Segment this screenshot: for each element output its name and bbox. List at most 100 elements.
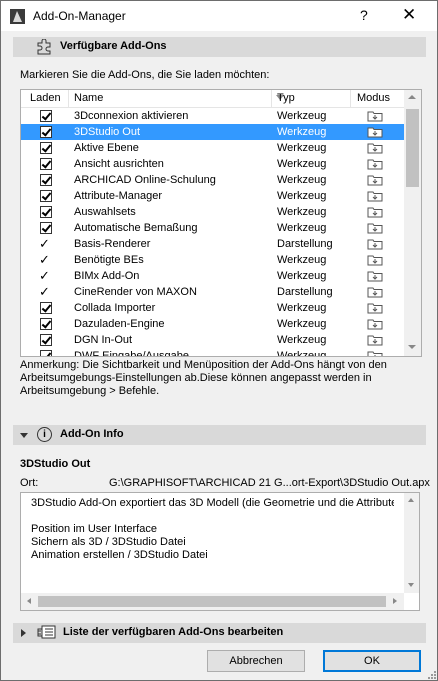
mode-folder-icon[interactable]: [367, 206, 383, 218]
addon-list[interactable]: Laden Name Typ Modus 3Dconnexion aktivie…: [20, 89, 422, 357]
cancel-button[interactable]: Abbrechen: [207, 650, 305, 672]
table-row[interactable]: Attribute-Manager Werkzeug: [21, 188, 404, 204]
edit-list-header[interactable]: Liste der verfügbaren Add-Ons bearbeiten: [13, 623, 426, 643]
table-row[interactable]: Dazuladen-Engine Werkzeug: [21, 316, 404, 332]
window-title: Add-On-Manager: [33, 9, 126, 23]
load-checkbox[interactable]: [40, 206, 52, 218]
load-checkbox[interactable]: [40, 126, 52, 138]
help-button[interactable]: ?: [360, 7, 368, 23]
description-box[interactable]: 3DStudio Add-On exportiert das 3D Modell…: [20, 492, 420, 611]
table-row[interactable]: DWF Eingabe/Ausgabe Werkzeug: [21, 348, 404, 357]
table-row[interactable]: Automatische Bemaßung Werkzeug: [21, 220, 404, 236]
mode-folder-icon[interactable]: [367, 238, 383, 250]
mode-folder-icon[interactable]: [367, 126, 383, 138]
addon-type: Werkzeug: [277, 190, 327, 202]
table-row[interactable]: 3DStudio Out Werkzeug: [21, 124, 404, 140]
table-row[interactable]: 3Dconnexion aktivieren Werkzeug: [21, 108, 404, 124]
addon-name: Collada Importer: [74, 302, 156, 314]
loaded-checkmark-icon[interactable]: ✓: [39, 252, 50, 268]
expand-triangle-icon[interactable]: [21, 629, 26, 637]
collapse-triangle-icon[interactable]: [20, 433, 28, 438]
col-type-header[interactable]: Typ: [277, 92, 295, 104]
mode-folder-icon[interactable]: [367, 158, 383, 170]
addon-type: Werkzeug: [277, 110, 327, 122]
mode-folder-icon[interactable]: [367, 222, 383, 234]
table-row[interactable]: Collada Importer Werkzeug: [21, 300, 404, 316]
addon-type: Werkzeug: [277, 318, 327, 330]
mode-folder-icon[interactable]: [367, 286, 383, 298]
description-line: 3DStudio Add-On exportiert das 3D Modell…: [31, 497, 394, 509]
table-row[interactable]: DGN In-Out Werkzeug: [21, 332, 404, 348]
scroll-right-icon[interactable]: [393, 598, 397, 604]
addon-name: CineRender von MAXON: [74, 286, 197, 298]
edit-list-icon: [37, 625, 56, 639]
table-row[interactable]: Auswahlsets Werkzeug: [21, 204, 404, 220]
loaded-checkmark-icon[interactable]: ✓: [39, 236, 50, 252]
table-row[interactable]: Ansicht ausrichten Werkzeug: [21, 156, 404, 172]
addon-type: Werkzeug: [277, 350, 327, 357]
archicad-app-icon: [10, 9, 25, 24]
load-checkbox[interactable]: [40, 190, 52, 202]
addon-type: Werkzeug: [277, 222, 327, 234]
load-checkbox[interactable]: [40, 158, 52, 170]
loaded-checkmark-icon[interactable]: ✓: [39, 268, 50, 284]
mode-folder-icon[interactable]: [367, 350, 383, 357]
col-load-header[interactable]: Laden: [30, 92, 61, 104]
description-line: Position im User Interface: [31, 523, 157, 535]
col-name-header[interactable]: Name: [74, 92, 103, 104]
load-checkbox[interactable]: [40, 110, 52, 122]
table-row[interactable]: ✓ BIMx Add-On Werkzeug: [21, 268, 404, 284]
mode-folder-icon[interactable]: [367, 318, 383, 330]
scroll-down-icon[interactable]: [408, 345, 416, 349]
load-checkbox[interactable]: [40, 142, 52, 154]
mode-folder-icon[interactable]: [367, 302, 383, 314]
addon-name: ARCHICAD Online-Schulung: [74, 174, 216, 186]
scroll-up-icon[interactable]: [408, 95, 416, 99]
scroll-down-icon[interactable]: [408, 583, 414, 587]
load-checkbox[interactable]: [40, 318, 52, 330]
table-row[interactable]: ARCHICAD Online-Schulung Werkzeug: [21, 172, 404, 188]
addon-type: Werkzeug: [277, 174, 327, 186]
load-checkbox[interactable]: [40, 302, 52, 314]
mode-folder-icon[interactable]: [367, 190, 383, 202]
mode-folder-icon[interactable]: [367, 110, 383, 122]
mode-folder-icon[interactable]: [367, 334, 383, 346]
description-vscrollbar[interactable]: [404, 493, 419, 593]
list-header: Laden Name Typ Modus: [21, 90, 404, 108]
description-line: Sichern als 3D / 3DStudio Datei: [31, 536, 186, 548]
hscroll-thumb[interactable]: [38, 596, 386, 607]
scroll-left-icon[interactable]: [27, 598, 31, 604]
load-checkbox[interactable]: [40, 222, 52, 234]
load-checkbox[interactable]: [40, 350, 52, 356]
table-row[interactable]: ✓ Benötigte BEs Werkzeug: [21, 252, 404, 268]
mode-folder-icon[interactable]: [367, 254, 383, 266]
addon-info-name: 3DStudio Out: [20, 458, 91, 470]
addon-name: Automatische Bemaßung: [74, 222, 198, 234]
loaded-checkmark-icon[interactable]: ✓: [39, 284, 50, 300]
edit-list-title: Liste der verfügbaren Add-Ons bearbeiten: [63, 626, 284, 638]
resize-grip-icon[interactable]: [427, 670, 436, 679]
description-hscrollbar[interactable]: [21, 593, 404, 610]
load-checkbox[interactable]: [40, 334, 52, 346]
mode-folder-icon[interactable]: [367, 174, 383, 186]
addon-name: 3DStudio Out: [74, 126, 141, 138]
addon-name: Dazuladen-Engine: [74, 318, 165, 330]
mode-folder-icon[interactable]: [367, 270, 383, 282]
load-checkbox[interactable]: [40, 174, 52, 186]
table-row[interactable]: Aktive Ebene Werkzeug: [21, 140, 404, 156]
close-button[interactable]: ✕: [402, 5, 416, 25]
addon-name: DWF Eingabe/Ausgabe: [74, 350, 189, 357]
table-row[interactable]: ✓ CineRender von MAXON Darstellung: [21, 284, 404, 300]
list-scrollbar[interactable]: [404, 90, 421, 356]
addon-name: Aktive Ebene: [74, 142, 139, 154]
scroll-up-icon[interactable]: [408, 498, 414, 502]
description-line: [31, 510, 394, 523]
addon-type: Werkzeug: [277, 158, 327, 170]
addon-type: Werkzeug: [277, 206, 327, 218]
addon-info-header[interactable]: i Add-On Info: [13, 425, 426, 445]
mode-folder-icon[interactable]: [367, 142, 383, 154]
col-mode-header[interactable]: Modus: [357, 92, 390, 104]
scroll-thumb[interactable]: [406, 109, 419, 187]
ok-button[interactable]: OK: [323, 650, 421, 672]
table-row[interactable]: ✓ Basis-Renderer Darstellung: [21, 236, 404, 252]
